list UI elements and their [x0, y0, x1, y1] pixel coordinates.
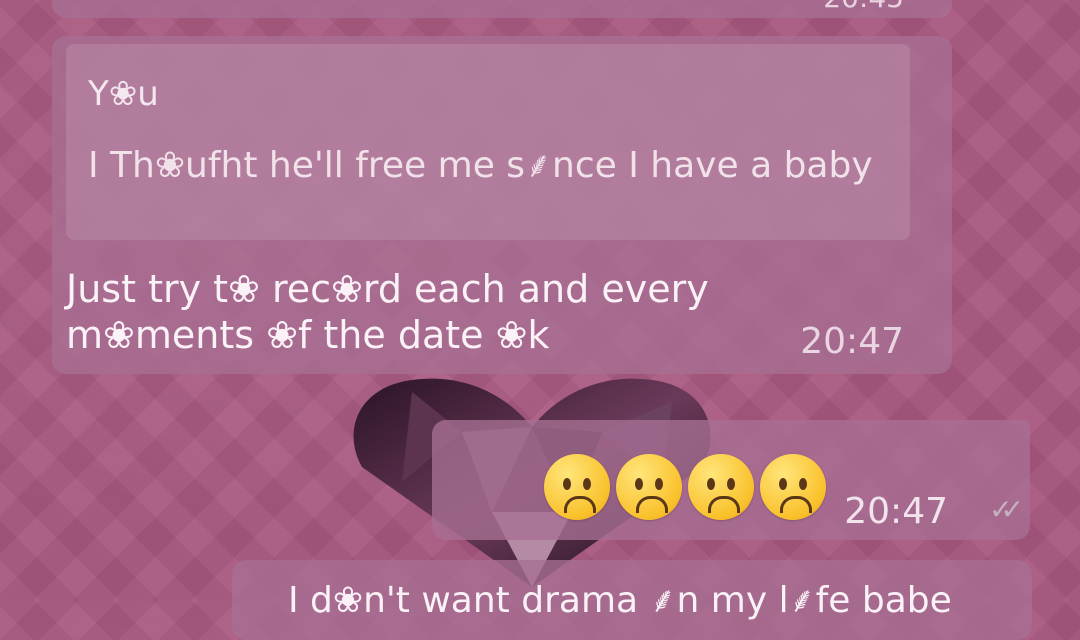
sad-face-icon: [616, 454, 682, 520]
sad-face-icon: [688, 454, 754, 520]
message-time: 20:47: [800, 321, 904, 362]
message-time: 20:45: [823, 0, 904, 14]
incoming-message-bubble[interactable]: Y❀u I Th❀ufht he'll free me s⸙nce I have…: [52, 36, 952, 374]
quoted-reply[interactable]: Y❀u I Th❀ufht he'll free me s⸙nce I have…: [66, 44, 910, 240]
previous-message-bubble[interactable]: 20:45: [52, 0, 952, 18]
double-check-icon: ✓✓: [989, 493, 1024, 526]
message-text: I d❀n't want drama ⸙n my l⸙fe babe: [288, 580, 952, 621]
emoji-row: [544, 454, 826, 520]
sad-face-icon: [544, 454, 610, 520]
sad-face-icon: [760, 454, 826, 520]
message-time: 20:47: [844, 491, 948, 532]
outgoing-emoji-message-bubble[interactable]: 20:47 ✓✓: [432, 420, 1030, 540]
quoted-text: I Th❀ufht he'll free me s⸙nce I have a b…: [88, 145, 873, 186]
quoted-sender: Y❀u: [88, 74, 159, 114]
message-text: Just try t❀ rec❀rd each and every m❀ment…: [66, 267, 709, 357]
outgoing-message-bubble[interactable]: I d❀n't want drama ⸙n my l⸙fe babe: [232, 560, 1032, 640]
